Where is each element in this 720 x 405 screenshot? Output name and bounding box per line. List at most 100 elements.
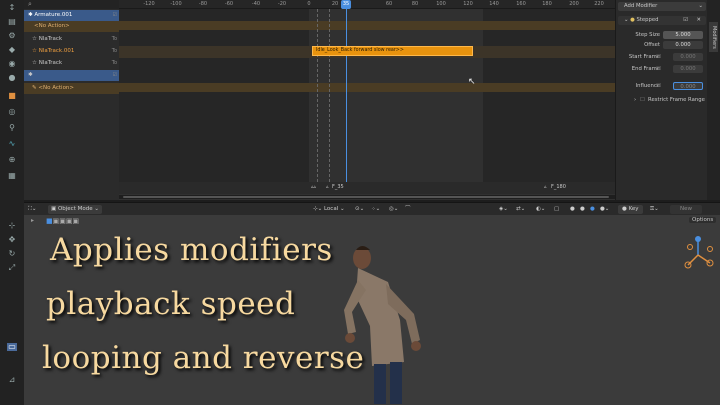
xray-icon[interactable]: ▢ [554, 205, 559, 214]
cursor-tool-icon[interactable]: ⊹ [7, 222, 17, 230]
track-no-action[interactable]: <No Action> [24, 21, 119, 32]
checkbox-icon[interactable]: ☑ [113, 10, 117, 21]
3d-viewport[interactable]: ▸ ■▣▣▣▣ Options Applies modifiers playba… [24, 215, 720, 405]
snap-icon[interactable]: ⁘⌄ [371, 205, 380, 214]
texture-icon[interactable]: ▦ [7, 172, 17, 180]
options-dropdown[interactable]: Options [689, 217, 717, 223]
start-frame-field[interactable]: 0.000 [673, 53, 703, 61]
marker-label: F_35 [332, 184, 344, 190]
close-icon[interactable]: ✕ [697, 16, 701, 25]
marker-icon[interactable]: ▵ [326, 184, 329, 190]
select-new-icon[interactable]: ■ [46, 217, 53, 225]
track-selected-armature[interactable]: ✱ ☑ [24, 70, 119, 81]
keying-set-icon[interactable]: ⚿⌄ [650, 205, 659, 214]
object-icon[interactable]: ◆ [7, 46, 17, 54]
navigation-gizmo[interactable] [680, 235, 716, 275]
frame-ruler[interactable]: -120 -100 -80 -60 -40 -20 0 20 60 80 100… [119, 0, 615, 9]
modifier-icon[interactable]: ⚙ [7, 32, 17, 40]
playhead-frame-badge[interactable]: 35 [341, 0, 351, 9]
curve-falloff-icon[interactable]: ⌒ [405, 205, 411, 214]
out-of-range-right [483, 9, 615, 182]
rotate-tool-icon[interactable]: ↻ [7, 250, 17, 258]
channel-icon[interactable]: ▤ [7, 18, 17, 26]
ruler-tick: 140 [489, 1, 499, 7]
nla-strip[interactable]: Idle_Look_Back forward slow rear>> [312, 46, 473, 56]
select-tool-icon[interactable]: ↕ [7, 4, 17, 12]
view-object-types-icon[interactable]: ◈⌄ [499, 205, 508, 214]
select-subtract-icon[interactable]: ▣ [59, 217, 66, 225]
influence-row: Influence ☐ 0.000 [618, 82, 706, 91]
track-no-action-2[interactable]: ✎ <No Action> [24, 83, 119, 94]
checkbox-icon[interactable]: ☑ [683, 16, 688, 25]
viewport-header: ⛶⌄ ▣ Object Mode ⌄ ⊹⌄ Local ⌄ ⊙⌄ ⁘⌄ ◎⌄ ⌒… [24, 202, 720, 215]
active-tool-icon[interactable]: ■ [7, 92, 17, 100]
object-mode-dropdown[interactable]: ▣ Object Mode ⌄ [48, 205, 102, 214]
track-nlatrack-1[interactable]: ☆ NlaTrack To [24, 34, 119, 45]
marker-icon[interactable]: ▵▵ [311, 184, 316, 190]
orientation-dropdown[interactable]: ⊹⌄ Local ⌄ [313, 205, 345, 214]
modifier-header[interactable]: ⌄ ● Stepped ☑ ✕ [618, 16, 706, 25]
offset-field[interactable]: 0.000 [663, 41, 703, 49]
search-icon[interactable]: ⌕ [28, 0, 32, 9]
checkbox-icon[interactable]: ☐ [640, 96, 645, 105]
marker-icon[interactable]: ▵ [544, 184, 547, 190]
editor-type-icon[interactable]: ⛶⌄ [28, 205, 36, 214]
proportional-edit-icon[interactable]: ◎⌄ [389, 205, 398, 214]
curve-icon[interactable]: ∿ [7, 140, 17, 148]
track-armature[interactable]: ✱ Armature.001 ☑ [24, 10, 119, 21]
frame-guide [317, 9, 318, 182]
character-model[interactable] [334, 240, 434, 405]
scale-tool-icon[interactable]: ⤢ [7, 264, 17, 272]
ruler-tick: 20 [331, 1, 339, 7]
keying-set-field[interactable]: New [670, 205, 702, 214]
track-nlatrack-001[interactable]: ☆ NlaTrack.001 To [24, 46, 119, 57]
start-frame-row: Start Frame ☐ 0.000 [618, 53, 706, 62]
caption-line-1: Applies modifiers [50, 232, 333, 268]
step-size-field[interactable]: 5.000 [663, 31, 703, 39]
measure-tool-icon[interactable]: ⊿ [7, 376, 17, 384]
ruler-tick: -60 [224, 1, 234, 7]
horizontal-scrollbar[interactable] [119, 195, 615, 199]
checkbox-icon[interactable]: ☐ [656, 53, 661, 62]
select-box-icon[interactable]: ▭ [7, 343, 17, 351]
pivot-icon[interactable]: ⊙⌄ [355, 205, 364, 214]
chevron-right-icon[interactable]: › [634, 96, 636, 105]
ruler-tick: 120 [463, 1, 473, 7]
add-modifier-dropdown[interactable]: Add Modifier ⌄ [618, 2, 706, 11]
playhead-line[interactable] [346, 9, 347, 191]
select-invert-icon[interactable]: ▣ [66, 217, 73, 225]
ruler-tick: 220 [594, 1, 604, 7]
step-size-row: Step Size 5.000 [618, 31, 706, 40]
left-toolbar: ↕ ▤ ⚙ ◆ ◉ ● ■ ◎ ⚲ ∿ ⊕ ▦ ⊹ ✥ ↻ ⤢ ▭ ⊿ [0, 0, 24, 405]
restrict-frame-range-row[interactable]: › ☐ Restrict Frame Range [618, 96, 706, 105]
rendered-shading-icon[interactable]: ●⌄ [600, 205, 609, 214]
checkbox-icon[interactable]: ☐ [656, 82, 661, 91]
scroll-thumb[interactable] [123, 196, 609, 198]
track-nlatrack-2[interactable]: ☆ NlaTrack To [24, 58, 119, 69]
offset-row: Offset 0.000 [618, 41, 706, 50]
select-intersect-icon[interactable]: ▣ [73, 217, 80, 225]
tab-modifiers[interactable]: Modifiers [709, 22, 718, 52]
ruler-tick: -120 [143, 1, 155, 7]
physics-icon[interactable]: ◎ [7, 108, 17, 116]
wireframe-shading-icon[interactable]: ● [570, 205, 575, 214]
influence-field[interactable]: 0.000 [673, 82, 703, 90]
world-icon[interactable]: ● [7, 74, 17, 82]
data-icon[interactable]: ⊕ [7, 156, 17, 164]
select-mode-icons[interactable]: ■▣▣▣▣ [46, 217, 79, 225]
nla-timeline[interactable]: -120 -100 -80 -60 -40 -20 0 20 60 80 100… [119, 0, 615, 200]
checkbox-icon[interactable]: ☑ [113, 70, 117, 81]
constraint-icon[interactable]: ⚲ [7, 124, 17, 132]
ruler-tick: -80 [198, 1, 208, 7]
move-tool-icon[interactable]: ✥ [7, 236, 17, 244]
keying-button[interactable]: ● Key [618, 205, 643, 214]
overlays-icon[interactable]: ◐⌄ [536, 205, 545, 214]
material-shading-icon[interactable]: ● [590, 205, 595, 214]
solid-shading-icon[interactable]: ● [580, 205, 585, 214]
checkbox-icon[interactable]: ☐ [656, 65, 661, 74]
view-toggle-icon[interactable]: ▸ [31, 217, 34, 224]
scene-icon[interactable]: ◉ [7, 60, 17, 68]
end-frame-field[interactable]: 0.000 [673, 65, 703, 73]
gizmo-icon[interactable]: ⇄⌄ [516, 205, 525, 214]
caption-line-3: looping and reverse [42, 340, 365, 376]
